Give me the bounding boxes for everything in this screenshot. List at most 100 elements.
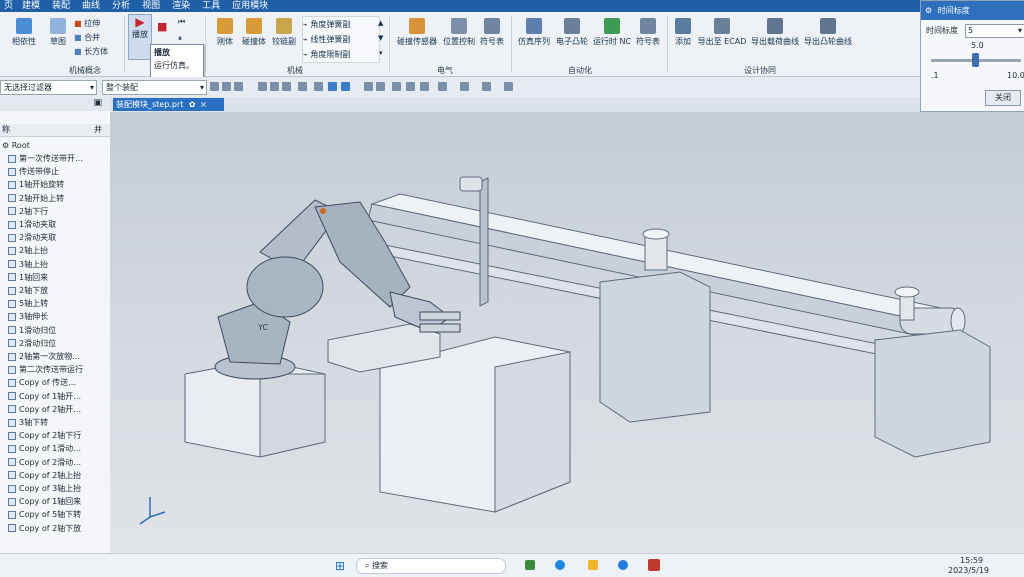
menu-item-render[interactable]: 渲染	[166, 0, 196, 12]
tree-item[interactable]: Copy of 1滑动…	[0, 442, 118, 455]
symbol-table-button[interactable]: 符号表	[478, 18, 506, 47]
snap-icon[interactable]	[222, 82, 231, 91]
tree-item[interactable]: 1轴开始旋转	[0, 178, 118, 191]
tree-item[interactable]: 2轴第一次放物…	[0, 350, 118, 363]
edge-icon[interactable]	[618, 560, 628, 570]
block-button[interactable]: ■ 长方体	[74, 45, 108, 59]
file-tab[interactable]: 装配模块_step.prt ✿ ×	[113, 98, 224, 111]
tree-item[interactable]: Copy of 2滑动…	[0, 456, 118, 469]
tree-item[interactable]: Copy of 2轴下行	[0, 429, 118, 442]
gallery-scroll-arrows[interactable]: ▲ ▼ ▾	[378, 16, 383, 61]
angular-spring-item[interactable]: ⌁ 角度弹簧副	[303, 17, 379, 32]
tree-item[interactable]: Copy of 1轴开…	[0, 390, 118, 403]
snap-icon[interactable]	[314, 82, 323, 91]
menu-item-analysis[interactable]: 分析	[106, 0, 136, 12]
time-scale-slider[interactable]	[931, 53, 1021, 67]
taskbar-search[interactable]: ⌕ 搜索	[356, 558, 506, 574]
stop-icon[interactable]: ■	[157, 20, 167, 33]
collision-sensor-button[interactable]: 碰撞传感器	[396, 18, 438, 47]
collision-body-button[interactable]: 碰撞体	[240, 18, 268, 47]
menu-item-assembly[interactable]: 装配	[46, 0, 76, 12]
angular-limit-item[interactable]: ⌁ 角度限制副	[303, 47, 379, 62]
menu-item-0[interactable]: 页	[0, 0, 16, 12]
render-style-icon[interactable]	[341, 82, 350, 91]
tree-item[interactable]: 3轴上抬	[0, 258, 118, 271]
tree-item[interactable]: Copy of 2轴下放	[0, 522, 118, 535]
tree-item[interactable]: 3轴伸长	[0, 310, 118, 323]
assembly-scope-dropdown[interactable]: 整个装配 ▾	[102, 80, 207, 95]
export-load-curve-button[interactable]: 导出载荷曲线	[750, 18, 800, 47]
close-tab-icon[interactable]: ×	[200, 100, 207, 109]
browser-icon[interactable]	[555, 560, 565, 570]
simulation-sequence-button[interactable]: 仿真序列	[516, 18, 552, 47]
display-icon[interactable]	[482, 82, 491, 91]
unite-button[interactable]: ■ 合并	[74, 31, 108, 45]
view-orient-icon[interactable]	[328, 82, 337, 91]
tree-item[interactable]: 2轴下放	[0, 284, 118, 297]
selection-filter-dropdown[interactable]: 无选择过滤器 ▾	[0, 80, 97, 95]
color-icon[interactable]	[460, 82, 469, 91]
view-icon[interactable]	[376, 82, 385, 91]
pause-icon[interactable]: ⏸	[178, 34, 182, 44]
step-back-icon[interactable]: ⏮	[178, 17, 185, 27]
menu-item-applications[interactable]: 应用模块	[226, 0, 274, 12]
runtime-nc-button[interactable]: 运行时 NC	[592, 18, 632, 47]
time-scale-select[interactable]: 5 ▾	[965, 24, 1024, 38]
tree-item[interactable]: 第一次传送带开…	[0, 152, 118, 165]
view-icon[interactable]	[392, 82, 401, 91]
tree-item[interactable]: 2滑动夹取	[0, 231, 118, 244]
menu-item-tools[interactable]: 工具	[196, 0, 226, 12]
snap-icon[interactable]	[234, 82, 243, 91]
linear-spring-item[interactable]: ⌁ 线性弹簧副	[303, 32, 379, 47]
position-control-button[interactable]: 位置控制	[440, 18, 478, 47]
dependency-button[interactable]: 相依性	[4, 18, 44, 47]
export-ecad-button[interactable]: 导出至 ECAD	[696, 18, 748, 47]
tree-item[interactable]: 1滑动归位	[0, 324, 118, 337]
nx-app-icon[interactable]	[648, 559, 660, 571]
menu-item-curve[interactable]: 曲线	[76, 0, 106, 12]
export-cam-curve-button[interactable]: 导出凸轮曲线	[803, 18, 853, 47]
navigator-close-icon[interactable]: ▣	[93, 98, 102, 108]
app-icon[interactable]	[525, 560, 535, 570]
tree-item[interactable]: 5轴上转	[0, 297, 118, 310]
snap-icon[interactable]	[298, 82, 307, 91]
view-icon[interactable]	[364, 82, 373, 91]
snap-icon[interactable]	[210, 82, 219, 91]
close-button[interactable]: 关闭	[985, 90, 1021, 106]
tree-root[interactable]: ⚙ Root	[0, 139, 112, 152]
tree-item[interactable]: 1滑动夹取	[0, 218, 118, 231]
view-icon[interactable]	[406, 82, 415, 91]
extrude-button[interactable]: ■ 拉伸	[74, 17, 108, 31]
tree-item[interactable]: 第二次传送带运行	[0, 363, 118, 376]
tree-item[interactable]: Copy of 5轴下转	[0, 508, 118, 521]
start-icon[interactable]: ⊞	[335, 559, 345, 573]
symbol-table-2-button[interactable]: 符号表	[634, 18, 662, 47]
tree-item[interactable]: 2轴开始上转	[0, 192, 118, 205]
tree-item[interactable]: Copy of 2轴上抬	[0, 469, 118, 482]
snap-icon[interactable]	[258, 82, 267, 91]
electronic-cam-button[interactable]: 电子凸轮	[554, 18, 590, 47]
display-icon[interactable]	[504, 82, 513, 91]
folder-icon[interactable]	[588, 560, 598, 570]
tree-item[interactable]: Copy of 传送…	[0, 376, 118, 389]
tree-item[interactable]: Copy of 3轴上抬	[0, 482, 118, 495]
tree-item[interactable]: 1轴回来	[0, 271, 118, 284]
tree-item[interactable]: 3轴下转	[0, 416, 118, 429]
hinge-joint-button[interactable]: 铰链副	[270, 18, 298, 47]
menu-item-view[interactable]: 视图	[136, 0, 166, 12]
graphics-viewport[interactable]: YC	[110, 112, 1024, 553]
menu-item-modeling[interactable]: 建模	[16, 0, 46, 12]
tree-item[interactable]: 传送带停止	[0, 165, 118, 178]
tree-item[interactable]: Copy of 1轴回来	[0, 495, 118, 508]
tree-item[interactable]: 2滑动归位	[0, 337, 118, 350]
rigid-body-button[interactable]: 刚体	[212, 18, 238, 47]
snap-icon[interactable]	[270, 82, 279, 91]
tree-item[interactable]: 2轴上抬	[0, 244, 118, 257]
view-icon[interactable]	[420, 82, 429, 91]
sketch-button[interactable]: 草图	[44, 18, 72, 47]
layer-icon[interactable]	[438, 82, 447, 91]
play-button[interactable]: ▶ 播放	[128, 14, 152, 60]
snap-icon[interactable]	[282, 82, 291, 91]
tree-item[interactable]: 2轴下行	[0, 205, 118, 218]
tree-item[interactable]: Copy of 2轴开…	[0, 403, 118, 416]
